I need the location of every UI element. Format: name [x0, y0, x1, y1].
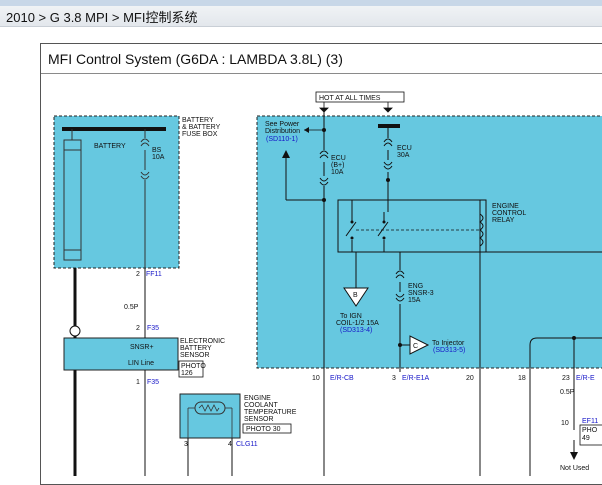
fuse-bs-name: BS	[152, 147, 162, 154]
fuse-bs-rating: 10A	[152, 154, 165, 161]
not-used-label: Not Used	[560, 465, 589, 472]
battery-fusebox-label-1: BATTERY	[182, 117, 214, 124]
fuse-ecu-b-type: (B+)	[331, 162, 344, 169]
ect-label-4: SENSOR	[244, 416, 274, 423]
pho-partial-label: PHO	[582, 427, 598, 434]
battery-fusebox-label-2: & BATTERY	[182, 124, 221, 131]
connector-c-label: C	[413, 343, 418, 350]
ebs-label-2: BATTERY	[180, 345, 212, 352]
wire-05p-b-label: 0.5P	[560, 389, 575, 396]
connector-ere-partial: E/R-E	[576, 375, 595, 382]
ect-label-2: COOLANT	[244, 402, 279, 409]
battery-label: BATTERY	[94, 143, 126, 150]
battery-sensor-box	[63, 337, 179, 371]
pin-ff11-number: 2	[136, 271, 140, 278]
pin1-f35-number: 1	[136, 379, 140, 386]
connector-ef11: EF11	[582, 418, 598, 425]
pin-3b-number: 3	[392, 375, 396, 382]
photo-49-number: 49	[582, 435, 590, 442]
connector-f35-b: F35	[147, 379, 159, 386]
to-ign-ref: (SD313-4)	[340, 327, 372, 334]
connector-f35: F35	[147, 325, 159, 332]
wiring-diagram: BATTERY & BATTERY FUSE BOX BATTERY BS 10…	[53, 91, 602, 476]
ect-sensor-box	[179, 393, 241, 439]
pin-20-number: 20	[466, 375, 474, 382]
fuse-ecu-30-name: ECU	[397, 145, 412, 152]
hot-at-all-times-label: HOT AT ALL TIMES	[319, 95, 381, 102]
pin-10b-number: 10	[561, 420, 569, 427]
fuse-ecu-b-name: ECU	[331, 155, 346, 162]
battery-fusebox-area	[53, 115, 180, 269]
ebs-label-3: SENSOR	[180, 352, 210, 359]
relay-label-1: ENGINE	[492, 203, 519, 210]
connector-ff11: FF11	[146, 271, 162, 278]
connector-ere1a: E/R-E1A	[402, 375, 430, 382]
to-injector-ref: (SD313-5)	[433, 347, 465, 354]
pin-23-number: 23	[562, 375, 570, 382]
fuse-ecu-30-rating: 30A	[397, 152, 410, 159]
see-power-label-2: Distribution	[265, 128, 300, 135]
to-ign-label-2: COIL-1/2 15A	[336, 320, 379, 327]
wire-05p-label: 0.5P	[124, 304, 139, 311]
relay-label-2: CONTROL	[492, 210, 526, 217]
pin-f35-number: 2	[136, 325, 140, 332]
to-ign-label-1: To IGN	[340, 313, 362, 320]
pin-10-number: 10	[312, 375, 320, 382]
fuse-eng-snsr-rating: 15A	[408, 297, 421, 304]
battery-fusebox-label-3: FUSE BOX	[182, 131, 218, 138]
photo-126-label: PHOTO	[181, 363, 206, 370]
sensor-pin-snsr: SNSR+	[130, 344, 154, 351]
see-power-label-1: See Power	[265, 121, 300, 128]
ebs-label-1: ELECTRONIC	[180, 338, 225, 345]
photo-30-label: PHOTO 30	[246, 426, 281, 433]
connector-b-label: B	[353, 292, 358, 299]
to-injector-label: To Injector	[432, 340, 465, 347]
pin-4-number: 4	[228, 441, 232, 448]
connector-clg11: CLG11	[236, 441, 258, 448]
pin-3-number: 3	[184, 441, 188, 448]
relay-label-3: RELAY	[492, 217, 515, 224]
see-power-ref: (SD110-1)	[266, 136, 298, 143]
fuse-eng-snsr-name: ENG	[408, 283, 423, 290]
fuse-eng-snsr-type: SNSR-3	[408, 290, 434, 297]
connector-erc-b: E/R-CB	[330, 375, 354, 382]
engine-room-area	[256, 115, 602, 369]
photo-126-number: 126	[181, 370, 193, 377]
ect-label-1: ENGINE	[244, 395, 271, 402]
sensor-pin-lin: LIN Line	[128, 360, 154, 367]
pin-18-number: 18	[518, 375, 526, 382]
fuse-ecu-b-rating: 10A	[331, 169, 344, 176]
ect-label-3: TEMPERATURE	[244, 409, 297, 416]
